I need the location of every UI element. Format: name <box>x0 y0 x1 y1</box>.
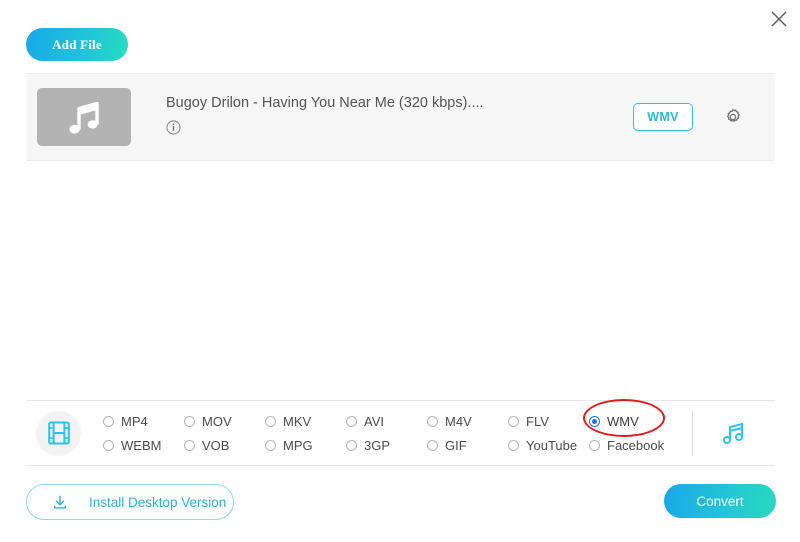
format-option-webm[interactable]: WEBM <box>103 433 184 457</box>
format-radio-grid: MP4 MOV MKV AVI M4V FLV WMV WEBM VOB MPG… <box>103 409 690 457</box>
install-desktop-version-label: Install Desktop Version <box>89 495 226 510</box>
install-desktop-version-button[interactable]: Install Desktop Version <box>26 484 234 520</box>
radio-dot <box>184 416 195 427</box>
radio-dot <box>265 416 276 427</box>
radio-dot <box>589 440 600 451</box>
radio-dot <box>427 440 438 451</box>
film-strip-icon <box>46 420 72 446</box>
video-format-group-icon-wrap[interactable] <box>36 411 81 456</box>
format-option-mov[interactable]: MOV <box>184 409 265 433</box>
radio-dot <box>427 416 438 427</box>
audio-format-group-button[interactable] <box>693 418 775 448</box>
radio-dot <box>103 440 114 451</box>
file-list-item[interactable]: Bugoy Drilon - Having You Near Me (320 k… <box>26 73 775 161</box>
format-option-gif[interactable]: GIF <box>427 433 508 457</box>
add-file-area: Add File <box>26 28 128 61</box>
format-option-mkv[interactable]: MKV <box>265 409 346 433</box>
format-option-mp4[interactable]: MP4 <box>103 409 184 433</box>
format-selection-bar: MP4 MOV MKV AVI M4V FLV WMV WEBM VOB MPG… <box>26 400 775 466</box>
radio-dot <box>103 416 114 427</box>
radio-dot <box>508 440 519 451</box>
music-note-icon <box>64 99 104 135</box>
format-option-m4v[interactable]: M4V <box>427 409 508 433</box>
file-title: Bugoy Drilon - Having You Near Me (320 k… <box>166 95 633 111</box>
format-option-youtube[interactable]: YouTube <box>508 433 589 457</box>
info-icon[interactable] <box>166 120 181 135</box>
radio-dot <box>589 416 600 427</box>
format-option-vob[interactable]: VOB <box>184 433 265 457</box>
download-icon <box>51 493 69 511</box>
file-meta: Bugoy Drilon - Having You Near Me (320 k… <box>166 95 633 140</box>
format-option-flv[interactable]: FLV <box>508 409 589 433</box>
format-option-wmv[interactable]: WMV <box>589 409 670 433</box>
radio-dot <box>508 416 519 427</box>
radio-dot <box>265 440 276 451</box>
format-option-facebook[interactable]: Facebook <box>589 433 670 457</box>
radio-dot <box>346 440 357 451</box>
add-file-button[interactable]: Add File <box>26 28 128 61</box>
file-thumbnail <box>37 88 131 146</box>
music-note-icon <box>719 418 749 448</box>
file-output-format-button[interactable]: WMV <box>633 103 693 131</box>
gear-icon[interactable] <box>723 107 743 127</box>
close-window-button[interactable] <box>762 2 796 36</box>
format-option-mpg[interactable]: MPG <box>265 433 346 457</box>
format-option-3gp[interactable]: 3GP <box>346 433 427 457</box>
format-option-avi[interactable]: AVI <box>346 409 427 433</box>
radio-dot <box>346 416 357 427</box>
convert-button[interactable]: Convert <box>664 484 776 518</box>
radio-dot <box>184 440 195 451</box>
close-icon <box>770 10 788 28</box>
